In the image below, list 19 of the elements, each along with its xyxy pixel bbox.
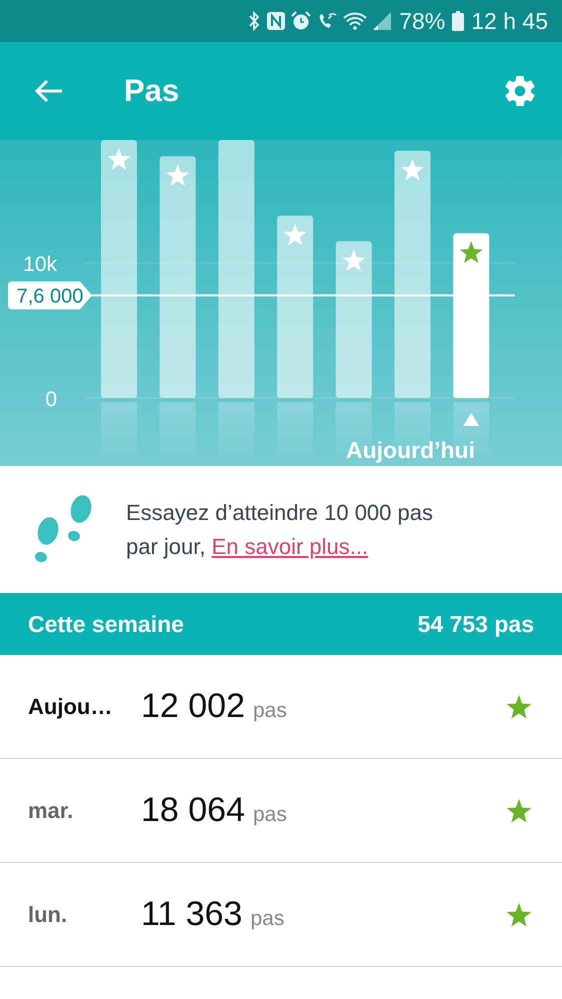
week-label: Cette semaine bbox=[28, 610, 184, 638]
clock: 12 h 45 bbox=[471, 8, 548, 34]
step-count: 11 363 bbox=[141, 895, 242, 934]
goal-tip: Essayez d’atteindre 10 000 pas par jour, En savoir plus... bbox=[126, 498, 434, 561]
step-count: 18 064 bbox=[141, 791, 245, 830]
ref-line-label: 7,6 000 bbox=[16, 285, 84, 308]
day-label: Aujou… bbox=[28, 694, 114, 720]
day-label: lun. bbox=[28, 902, 68, 928]
step-unit: pas bbox=[250, 906, 286, 930]
step-unit: pas bbox=[253, 802, 288, 826]
week-total: 54 753 pas bbox=[418, 610, 534, 638]
step-unit: pas bbox=[253, 698, 288, 722]
page-title: Pas bbox=[124, 73, 180, 109]
day-label: mar. bbox=[28, 798, 74, 824]
today-label: Aujourd’hui bbox=[346, 437, 475, 463]
battery-percent: 78% bbox=[399, 8, 446, 34]
axis-label: 10k bbox=[23, 252, 57, 276]
axis-label: 0 bbox=[45, 388, 57, 411]
step-count: 12 002 bbox=[141, 687, 245, 726]
